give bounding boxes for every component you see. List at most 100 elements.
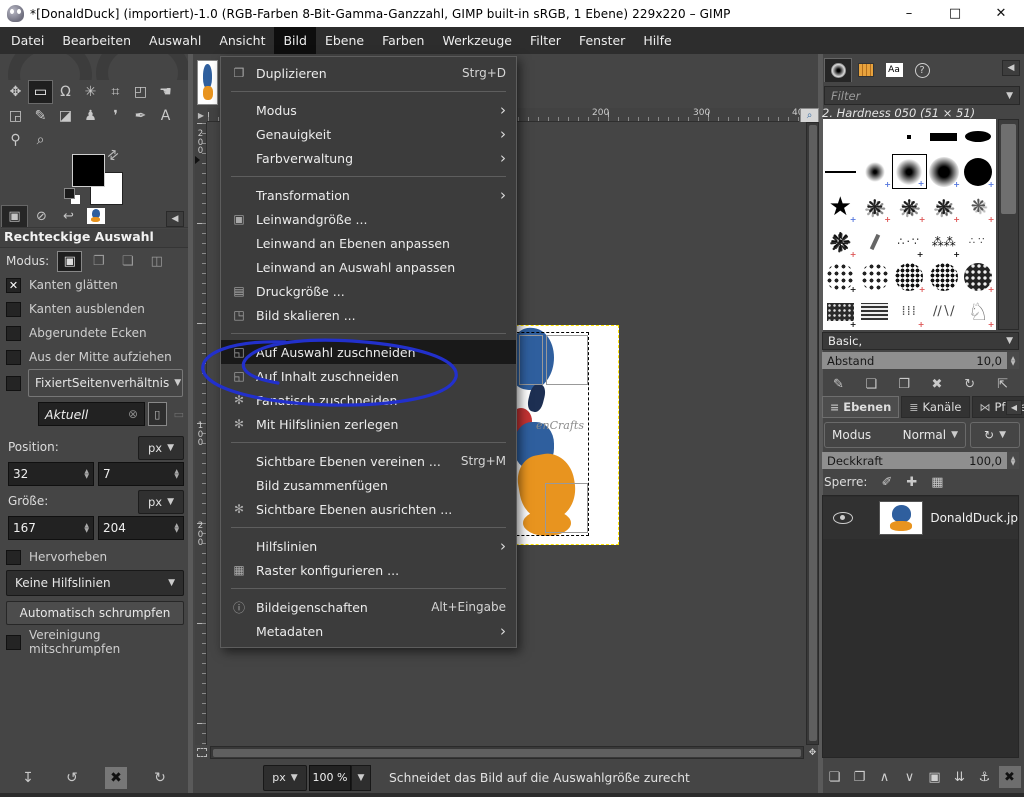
layer-list[interactable]: DonaldDuck.jp — [822, 495, 1019, 758]
tab-tool-options[interactable]: ▣ — [1, 205, 28, 227]
rectangle-select-tool[interactable]: ▭ — [28, 80, 53, 104]
menu-datei[interactable]: Datei — [2, 27, 53, 54]
brush-item-soft-selected[interactable]: + — [892, 154, 927, 189]
brush-item-disc[interactable]: + — [961, 154, 996, 189]
open-brush-button[interactable]: ⇱ — [991, 373, 1015, 395]
zoom-dropdown-button[interactable]: ▼ — [351, 765, 371, 791]
brush-item-soft-small[interactable]: + — [858, 154, 893, 189]
lower-layer-button[interactable]: ∨ — [899, 766, 921, 788]
menu-filter[interactable]: Filter — [521, 27, 570, 54]
brush-item-ellipse[interactable] — [961, 119, 996, 154]
vertical-scrollbar[interactable] — [806, 122, 819, 745]
lock-alpha-icon[interactable]: ▦ — [931, 475, 943, 490]
layer-row[interactable]: DonaldDuck.jp — [823, 497, 1018, 539]
menu-item-farbverwaltung[interactable]: Farbverwaltung› — [221, 146, 516, 170]
menu-hilfe[interactable]: Hilfe — [634, 27, 680, 54]
menu-item-modus[interactable]: Modus› — [221, 98, 516, 122]
reset-options-button[interactable]: ↻ — [149, 767, 171, 789]
menu-item-druckgröße[interactable]: ▤Druckgröße ... — [221, 279, 516, 303]
canvas-menu-button[interactable]: ▶ — [195, 108, 207, 122]
delete-layer-button[interactable]: ✖ — [999, 766, 1021, 788]
layer-thumbnail[interactable] — [879, 501, 924, 535]
zoom-tool[interactable]: ⌕ — [28, 128, 53, 152]
menu-item-sichtbare-ebenen-vereinen[interactable]: Sichtbare Ebenen vereinen ...Strg+M — [221, 449, 516, 473]
clear-icon[interactable]: ⊗ — [128, 407, 138, 421]
menu-item-hilfslinien[interactable]: Hilfslinien› — [221, 534, 516, 558]
mode-add-button[interactable]: ❐ — [86, 251, 111, 272]
menu-fenster[interactable]: Fenster — [570, 27, 634, 54]
lock-pixels-icon[interactable]: ✐ — [881, 475, 892, 490]
menu-farben[interactable]: Farben — [373, 27, 433, 54]
brush-item-scatter[interactable]: + — [858, 189, 893, 224]
handle-transform-tool[interactable]: ☚ — [153, 80, 178, 104]
brush-item-scatter-soft[interactable]: + — [961, 189, 996, 224]
opacity-spinner[interactable]: ▲▼ — [1007, 452, 1019, 469]
edit-brush-button[interactable]: ✎ — [826, 373, 850, 395]
brush-item-soft-medium[interactable]: + — [927, 154, 962, 189]
brush-item-cells-dark[interactable]: + — [961, 259, 996, 294]
text-tool[interactable]: A — [153, 104, 178, 128]
paths-tool[interactable]: ✒ — [128, 104, 153, 128]
anchor-layer-button[interactable]: ⚓ — [974, 766, 996, 788]
spinner-arrows-icon[interactable]: ▲▼ — [174, 523, 179, 533]
tab-ebenen[interactable]: ≡Ebenen — [822, 396, 899, 418]
tab-brushes[interactable] — [824, 58, 852, 82]
size-height-spinner[interactable]: 204 ▲▼ — [98, 516, 184, 540]
brush-item-star[interactable]: + — [823, 189, 858, 224]
brush-item-grass[interactable] — [927, 294, 962, 329]
aspect-ratio-input[interactable]: Aktuell ⊗ — [38, 402, 145, 426]
hervorheben-checkbox[interactable] — [6, 550, 21, 565]
tab-kanaele[interactable]: ≣Kanäle — [901, 396, 969, 418]
collapse-dock-icon[interactable]: ◀ — [1006, 400, 1022, 415]
statusbar-unit-dropdown[interactable]: px▼ — [263, 765, 307, 791]
minimize-button[interactable]: – — [886, 0, 932, 27]
auto-shrink-button[interactable]: Automatisch schrumpfen — [6, 601, 184, 625]
brush-item-blob[interactable]: + — [823, 224, 858, 259]
opacity-slider[interactable]: Deckkraft 100,0 — [822, 452, 1007, 469]
navigation-button[interactable]: ✥ — [806, 746, 819, 759]
menu-item-sichtbare-ebenen-ausrichten[interactable]: ✻Sichtbare Ebenen ausrichten ... — [221, 497, 516, 521]
brush-item-bar[interactable] — [927, 119, 962, 154]
mode-subtract-button[interactable]: ❏ — [115, 251, 140, 272]
menu-item-leinwand-an-ebenen-anpassen[interactable]: Leinwand an Ebenen anpassen — [221, 231, 516, 255]
close-button[interactable]: ✕ — [978, 0, 1024, 27]
menu-item-auf-auswahl-zuschneiden[interactable]: ◱Auf Auswahl zuschneiden — [221, 340, 516, 364]
brush-item-hatch[interactable] — [858, 294, 893, 329]
collapse-dock-icon[interactable]: ◀ — [1002, 60, 1020, 76]
delete-options-button[interactable]: ✖ — [105, 767, 127, 789]
image-tab-thumbnail[interactable] — [197, 60, 218, 105]
paintbrush-tool[interactable]: ✎ — [28, 104, 53, 128]
fixiert-checkbox[interactable] — [6, 376, 21, 391]
eraser-tool[interactable]: ◪ — [53, 104, 78, 128]
brush-scrollbar-thumb[interactable] — [1001, 124, 1016, 214]
tab-device-status[interactable]: ⊘ — [28, 205, 55, 227]
menu-ebene[interactable]: Ebene — [316, 27, 373, 54]
free-select-tool[interactable]: Ω — [53, 80, 78, 104]
aus-der-mitte-aufziehen-checkbox[interactable] — [6, 350, 21, 365]
brush-item-dots-sparse[interactable] — [961, 224, 996, 259]
clone-tool[interactable]: ♟ — [78, 104, 103, 128]
menu-item-fanatisch-zuschneiden[interactable]: ✻Fanatisch zuschneiden — [221, 388, 516, 412]
position-x-spinner[interactable]: 32 ▲▼ — [8, 462, 94, 486]
abstand-spinner[interactable]: ▲▼ — [1007, 352, 1019, 369]
menu-item-duplizieren[interactable]: ❐DuplizierenStrg+D — [221, 61, 516, 85]
tab-patterns[interactable] — [852, 58, 880, 82]
foreground-color-swatch[interactable] — [72, 154, 105, 187]
new-layer-button[interactable]: ❏ — [824, 766, 846, 788]
brush-item-scatter[interactable]: + — [892, 189, 927, 224]
abstand-slider[interactable]: Abstand 10,0 — [822, 352, 1007, 369]
layer-visibility-eye-icon[interactable] — [833, 512, 853, 524]
brush-item-cells-dense[interactable] — [927, 259, 962, 294]
crop-tool[interactable]: ⌗ — [103, 80, 128, 104]
fuzzy-select-tool[interactable]: ✳ — [78, 80, 103, 104]
menu-item-bild-skalieren[interactable]: ◳Bild skalieren ... — [221, 303, 516, 327]
brush-group-dropdown[interactable]: Basic, ▼ — [822, 332, 1019, 350]
refresh-brushes-button[interactable]: ↻ — [958, 373, 982, 395]
menu-item-auf-inhalt-zuschneiden[interactable]: ◱Auf Inhalt zuschneiden — [221, 364, 516, 388]
brush-item-stroke[interactable] — [858, 224, 893, 259]
collapse-dock-icon[interactable]: ◀ — [166, 211, 184, 227]
guides-dropdown[interactable]: Keine Hilfslinien ▼ — [6, 570, 184, 596]
shrink-merged-checkbox[interactable] — [6, 635, 21, 650]
brush-item-empty[interactable] — [858, 119, 893, 154]
menu-auswahl[interactable]: Auswahl — [140, 27, 210, 54]
